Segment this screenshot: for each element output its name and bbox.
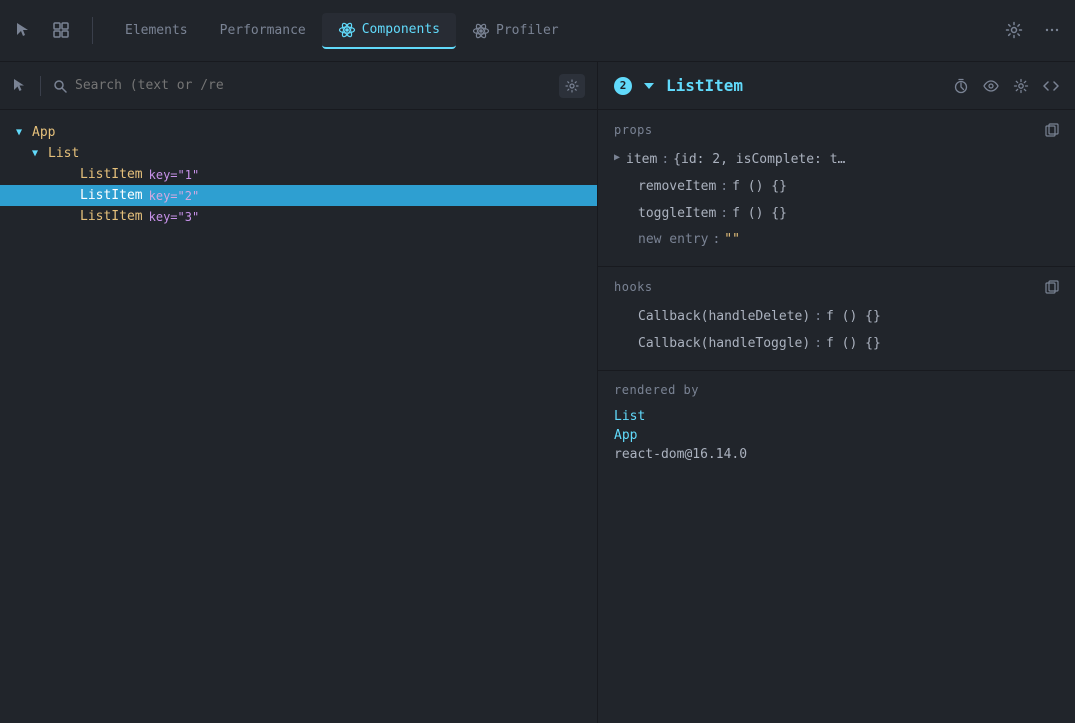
rendered-by-label: rendered by <box>614 383 699 397</box>
settings-cog-icon[interactable] <box>1013 78 1029 94</box>
hooks-label: hooks <box>614 280 653 294</box>
search-icon <box>53 78 67 94</box>
left-panel: ▼ App ▼ List ▶ ListItem key="1" ▶ ListIt… <box>0 62 598 723</box>
hook-value-handledelete: f () {} <box>826 307 881 328</box>
tab-performance[interactable]: Performance <box>204 15 322 46</box>
rendered-by-reactdom: react-dom@16.14.0 <box>614 445 1059 464</box>
component-label: App <box>32 125 55 140</box>
tab-elements-label: Elements <box>125 23 188 38</box>
hook-value-handletoggle: f () {} <box>826 334 881 355</box>
component-label: ListItem <box>80 167 143 182</box>
rendered-by-header: rendered by <box>614 383 1059 397</box>
cursor-icon[interactable] <box>8 17 38 43</box>
prop-key-toggleitem: toggleItem <box>638 204 716 225</box>
more-options-icon[interactable] <box>1037 17 1067 43</box>
component-header-name: ListItem <box>666 76 943 95</box>
tab-bar: Elements Performance Components Profiler <box>0 0 1075 62</box>
hooks-section-header: hooks <box>614 279 1059 294</box>
prop-newentry: new entry : "" <box>614 227 1059 254</box>
component-label: List <box>48 146 79 161</box>
cursor-tool-icon[interactable] <box>12 77 28 95</box>
tree-node-listitem1[interactable]: ▶ ListItem key="1" <box>0 164 597 185</box>
props-section: props ▶ item : {id: 2, isComplete: t… re… <box>598 110 1075 267</box>
rendered-by-section: rendered by List App react-dom@16.14.0 <box>598 371 1075 723</box>
search-input[interactable] <box>75 78 551 93</box>
tab-elements[interactable]: Elements <box>109 15 204 46</box>
copy-hooks-icon[interactable] <box>1045 279 1059 294</box>
inspect-icon[interactable] <box>46 17 76 43</box>
component-header: 2 ListItem <box>598 62 1075 110</box>
prop-value-toggleitem: f () {} <box>732 204 787 225</box>
tree-node-listitem3[interactable]: ▶ ListItem key="3" <box>0 206 597 227</box>
hook-handletoggle: Callback(handleToggle) : f () {} <box>614 331 1059 358</box>
prop-item[interactable]: ▶ item : {id: 2, isComplete: t… <box>614 147 1059 174</box>
rendered-by-list[interactable]: List <box>614 407 1059 426</box>
tab-end-icons <box>991 17 1067 43</box>
tab-performance-label: Performance <box>220 23 306 38</box>
prop-key-item: item <box>626 150 657 171</box>
hook-handledelete: Callback(handleDelete) : f () {} <box>614 304 1059 331</box>
timer-icon[interactable] <box>953 78 969 94</box>
react-icon-components <box>338 21 356 39</box>
prop-value-removeitem: f () {} <box>732 177 787 198</box>
hook-key-handledelete: Callback(handleDelete) <box>638 307 810 328</box>
tab-components[interactable]: Components <box>322 13 456 49</box>
prop-toggleitem: toggleItem : f () {} <box>614 201 1059 228</box>
tab-profiler-label: Profiler <box>496 23 559 38</box>
react-icon-profiler <box>472 22 490 40</box>
settings-icon[interactable] <box>999 17 1029 43</box>
main-layout: ▼ App ▼ List ▶ ListItem key="1" ▶ ListIt… <box>0 62 1075 723</box>
key-attribute: key="1" <box>149 168 200 182</box>
key-attribute: key="3" <box>149 210 200 224</box>
prop-key-newentry: new entry <box>638 230 708 251</box>
rendered-by-app[interactable]: App <box>614 426 1059 445</box>
key-attribute: key="2" <box>149 189 200 203</box>
divider <box>40 76 41 96</box>
tab-profiler[interactable]: Profiler <box>456 14 575 48</box>
tree-node-list[interactable]: ▼ List <box>0 143 597 164</box>
prop-removeitem: removeItem : f () {} <box>614 174 1059 201</box>
copy-props-icon[interactable] <box>1045 122 1059 137</box>
arrow-down-icon: ▼ <box>32 148 44 159</box>
tab-components-label: Components <box>362 22 440 37</box>
component-arrow-icon <box>642 79 656 93</box>
component-label: ListItem <box>80 209 143 224</box>
header-icons <box>953 78 1059 94</box>
prop-key-removeitem: removeItem <box>638 177 716 198</box>
hook-key-handletoggle: Callback(handleToggle) <box>638 334 810 355</box>
prop-expand-icon[interactable]: ▶ <box>614 150 620 166</box>
component-tree: ▼ App ▼ List ▶ ListItem key="1" ▶ ListIt… <box>0 110 597 723</box>
prop-value-newentry: "" <box>724 230 740 251</box>
props-label: props <box>614 123 653 137</box>
ellipsis-svg <box>1043 21 1061 39</box>
component-label: ListItem <box>80 188 143 203</box>
source-code-icon[interactable] <box>1043 78 1059 94</box>
tree-node-app[interactable]: ▼ App <box>0 122 597 143</box>
arrow-down-icon: ▼ <box>16 127 28 138</box>
search-bar <box>0 62 597 110</box>
tree-node-listitem2[interactable]: ▶ ListItem key="2" <box>0 185 597 206</box>
right-panel: 2 ListItem <box>598 62 1075 723</box>
eye-icon[interactable] <box>983 78 999 94</box>
props-section-header: props <box>614 122 1059 137</box>
prop-value-item: {id: 2, isComplete: t… <box>673 150 845 171</box>
settings-icon[interactable] <box>559 74 585 98</box>
component-badge: 2 <box>614 77 632 95</box>
gear-svg <box>1005 21 1023 39</box>
hooks-section: hooks Callback(handleDelete) : f () {} C… <box>598 267 1075 371</box>
devtools-icons <box>8 17 93 43</box>
